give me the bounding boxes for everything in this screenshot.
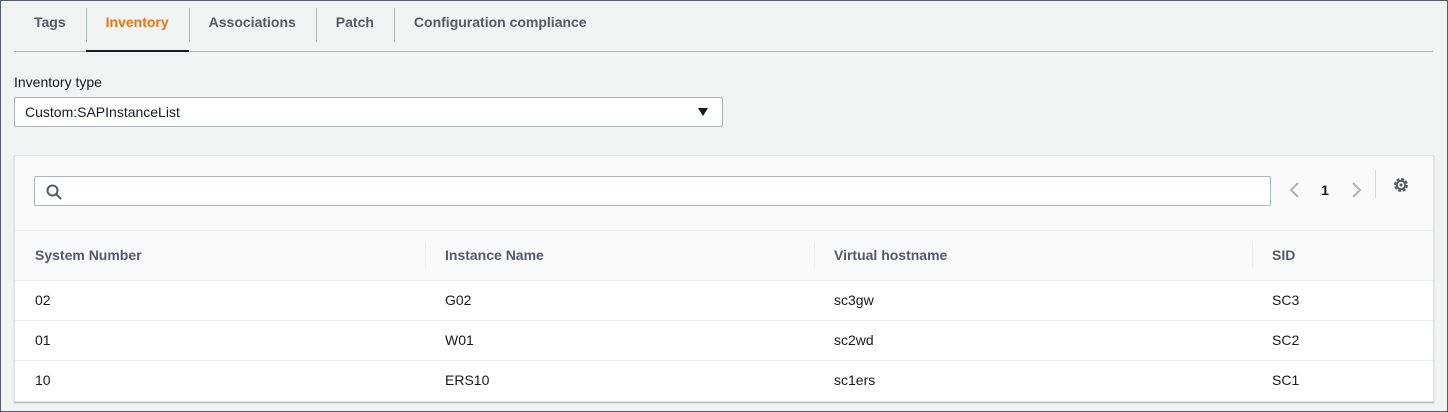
table-toolbar: 1 — [15, 156, 1433, 231]
cell-system-number: 02 — [15, 280, 425, 321]
cell-virtual-hostname: sc3gw — [814, 280, 1252, 321]
toolbar-divider — [1375, 170, 1376, 198]
cell-system-number: 10 — [35, 372, 51, 389]
cell-sid: SC2 — [1252, 320, 1433, 361]
table-row: 01 W01 sc2wd SC2 — [15, 320, 1433, 361]
inventory-type-select[interactable]: Custom:SAPInstanceList — [14, 97, 723, 127]
cell-instance-name: ERS10 — [445, 372, 490, 389]
search-input[interactable] — [34, 176, 1271, 206]
tab-configuration-compliance[interactable]: Configuration compliance — [393, 0, 607, 44]
column-header-sid[interactable]: SID — [1252, 231, 1433, 281]
current-page[interactable]: 1 — [1315, 182, 1335, 198]
tab-patch[interactable]: Patch — [315, 0, 394, 44]
tab-associations[interactable]: Associations — [188, 0, 316, 44]
cell-sid: SC3 — [1252, 280, 1433, 321]
cell-sid: SC1 — [1272, 372, 1300, 389]
chevron-right-icon[interactable] — [1349, 180, 1363, 200]
cell-instance-name: W01 — [425, 320, 814, 361]
search-icon — [46, 184, 62, 200]
inventory-type-label: Inventory type — [14, 74, 102, 90]
column-header-system-number[interactable]: System Number — [15, 231, 425, 281]
table-header-row: System Number Instance Name Virtual host… — [15, 231, 1433, 281]
table-row: 02 G02 sc3gw SC3 — [15, 280, 1433, 321]
cell-instance-name: G02 — [425, 280, 814, 321]
gear-icon[interactable] — [1391, 175, 1411, 195]
inventory-table: System Number Instance Name Virtual host… — [15, 231, 1433, 400]
table-row: 10 ERS10 sc1ers SC1 — [15, 360, 1433, 400]
chevron-left-icon[interactable] — [1288, 180, 1302, 200]
inventory-table-panel: 1 System Number Instance Name Virtual ho… — [14, 155, 1434, 402]
tab-inventory[interactable]: Inventory — [85, 0, 189, 52]
cell-system-number: 01 — [15, 320, 425, 361]
inventory-type-value: Custom:SAPInstanceList — [25, 104, 180, 120]
cell-virtual-hostname: sc2wd — [814, 320, 1252, 361]
caret-down-icon — [698, 108, 708, 116]
column-header-virtual-hostname[interactable]: Virtual hostname — [814, 231, 1252, 281]
cell-virtual-hostname: sc1ers — [834, 372, 876, 389]
column-header-instance-name[interactable]: Instance Name — [425, 231, 814, 281]
tab-tags[interactable]: Tags — [14, 0, 86, 44]
tab-bar: Tags Inventory Associations Patch Config… — [14, 0, 1433, 52]
